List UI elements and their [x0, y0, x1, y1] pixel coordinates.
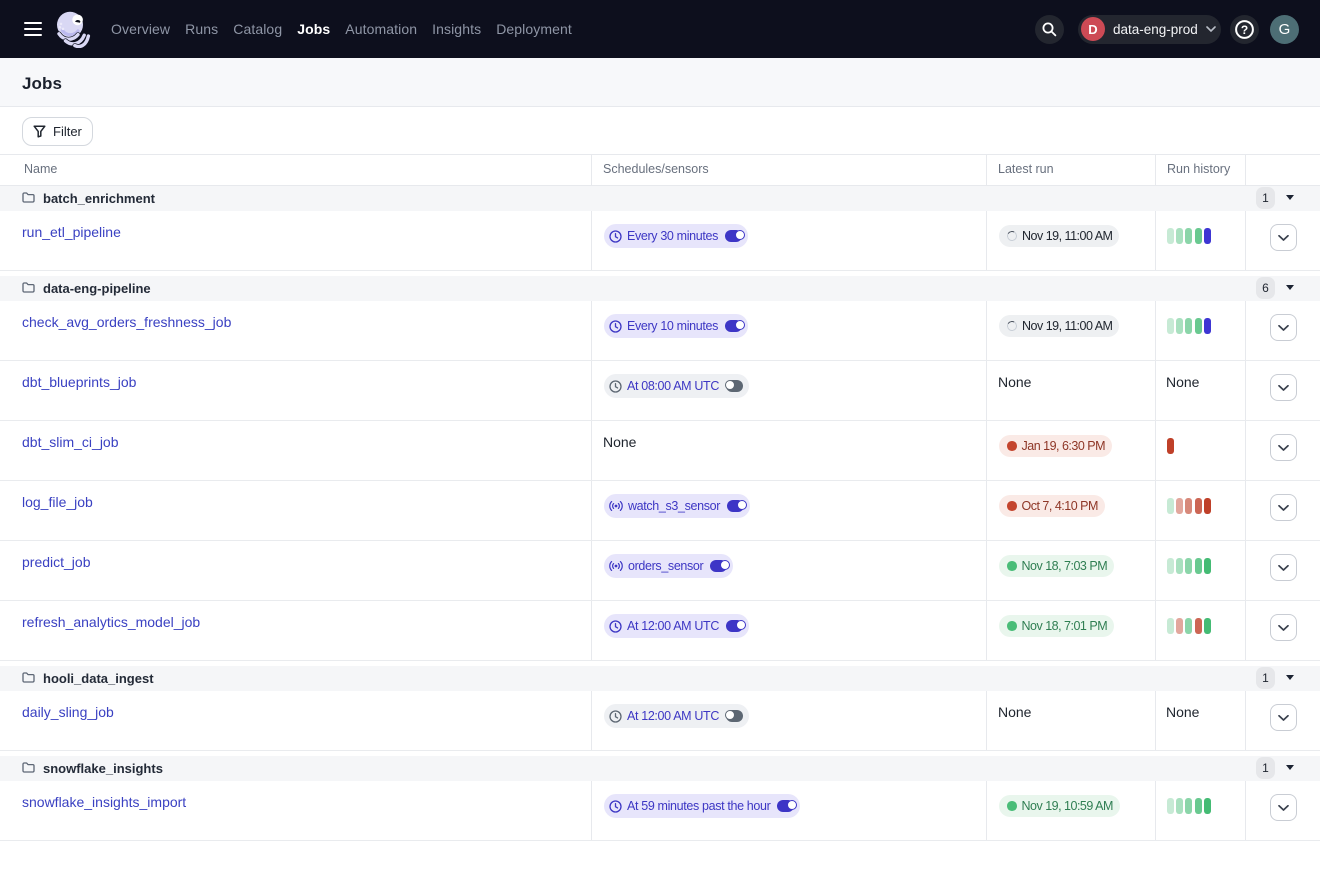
svg-text:?: ? — [1241, 22, 1248, 36]
